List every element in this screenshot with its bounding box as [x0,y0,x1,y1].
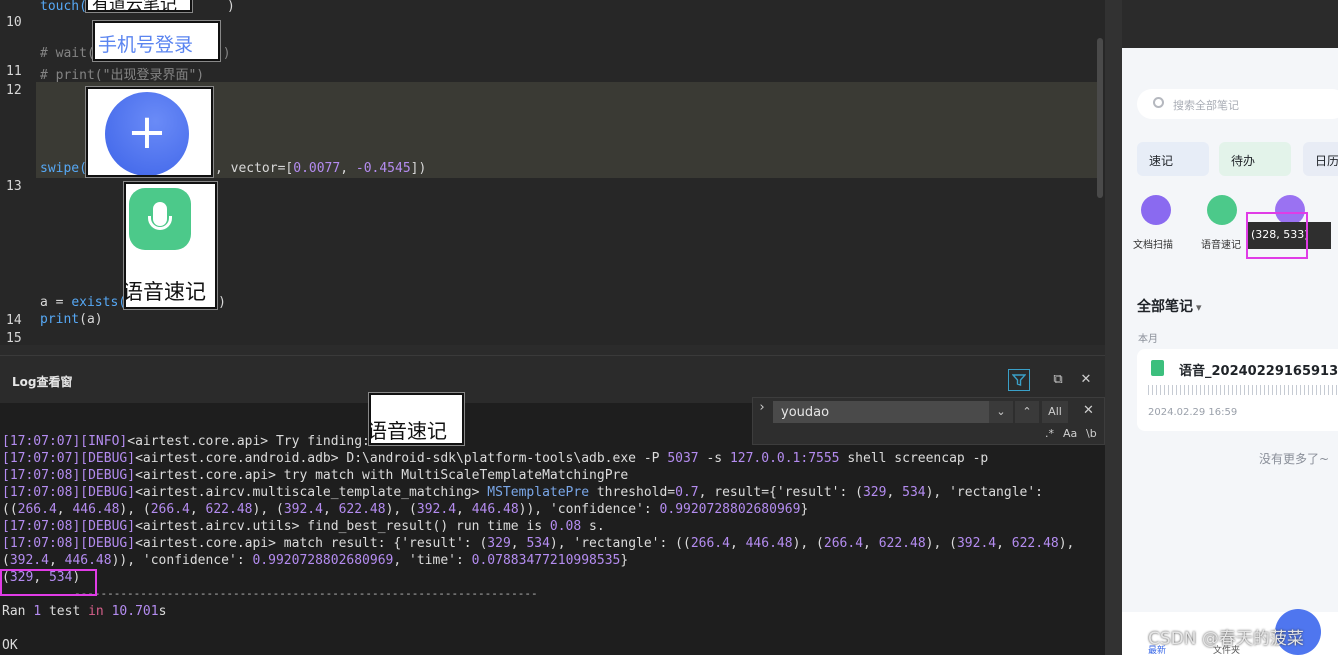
microphone-icon [129,188,191,250]
log-line: [17:07:07][DEBUG]<airtest.core.android.a… [2,451,989,466]
note-card[interactable]: 语音_20240229165913. 2024.02.29 16:59 [1137,349,1338,431]
restore-window-icon[interactable]: ⧉ [1047,369,1069,391]
find-all-button[interactable]: All [1042,401,1068,423]
log-line: [17:07:08][DEBUG]<airtest.core.api> matc… [2,536,1075,551]
editor-scrollbar[interactable] [1097,38,1103,198]
code-line-print[interactable]: print(a) [40,312,103,327]
tile-quick-note[interactable]: 速记 [1137,142,1209,176]
filter-icon[interactable] [1008,369,1030,391]
line-number: 15 [6,331,22,345]
no-more-text: 没有更多了~ [1259,452,1330,466]
note-title: 语音_20240229165913. [1179,364,1338,379]
audio-file-icon [1151,360,1164,376]
device-status-area [1122,0,1338,48]
log-line: [17:07:08][DEBUG]<airtest.aircv.utils> f… [2,519,605,534]
log-panel-header: Log查看窗 ⧉ ✕ [0,355,1105,403]
plus-circle-icon: + [105,92,189,175]
match-case-toggle[interactable]: Aa [1063,427,1077,440]
log-line: ((266.4, 446.48), (266.4, 622.48), (392.… [2,502,809,517]
close-icon[interactable]: ✕ [1075,369,1097,391]
code-line-print-comment[interactable]: # print("出现登录界面") [40,64,204,83]
log-separator: ----------------------------------------… [74,587,538,600]
voice-note-label: 语音速记 [1201,240,1241,251]
device-screen[interactable]: 搜索全部笔记 速记 待办 日历 文档扫描 语音速记 (328, 533) 全部笔… [1122,0,1338,655]
log-line: (392.4, 446.48)), 'confidence': 0.992072… [2,553,629,568]
line-number: 14 [6,313,22,328]
result-highlight-box [0,569,97,596]
line-number: 11 [6,64,22,79]
voice-note-icon[interactable] [1207,195,1237,225]
match-highlight-box [1246,212,1308,259]
document-scan-label: 文档扫描 [1133,240,1173,251]
log-line: Ran 1 test in 10.701s [2,604,167,619]
chevron-down-icon[interactable]: ⌄ [989,401,1013,423]
search-icon [1153,97,1164,108]
template-thumbnail-voice-note[interactable]: 语音速记 [123,181,218,310]
chevron-right-icon[interactable]: › [758,400,766,415]
log-line: OK [2,638,18,653]
find-input[interactable] [773,401,989,423]
touch-call: touch( [40,0,87,14]
code-editor[interactable]: 10 11 12 13 14 15 touch() 有道云笔记 # wait()… [0,0,1105,345]
find-bar: › ⌄ ⌃ All ✕ .* Aa \b [752,397,1105,445]
whole-word-toggle[interactable]: \b [1086,427,1097,440]
audio-waveform [1148,385,1338,395]
template-thumbnail-youdao[interactable]: 有道云笔记 [85,0,193,13]
log-line: [17:07:08][DEBUG]<airtest.aircv.multisca… [2,485,1044,500]
search-input[interactable]: 搜索全部笔记 [1137,89,1338,119]
log-line: [17:07:07][INFO]<airtest.core.api> Try f… [2,434,370,449]
note-date: 2024.02.29 16:59 [1148,407,1238,418]
caret-down-icon: ▾ [1196,301,1202,314]
tile-todo[interactable]: 待办 [1219,142,1291,176]
template-thumbnail-phone-login[interactable]: 手机号登录 [92,20,221,62]
log-panel-title: Log查看窗 [12,375,73,389]
document-scan-icon[interactable] [1141,195,1171,225]
paren: ) [226,0,235,14]
line-number: 13 [6,179,22,194]
log-line: [17:07:08][DEBUG]<airtest.core.api> try … [2,468,629,483]
close-find-icon[interactable]: ✕ [1083,403,1094,418]
watermark-text: CSDN @春天的菠菜 [1148,629,1304,649]
line-number: 10 [6,15,22,30]
line-number: 12 [6,83,22,98]
panel-divider[interactable] [1105,0,1122,655]
tile-calendar[interactable]: 日历 [1303,142,1338,176]
chevron-up-icon[interactable]: ⌃ [1015,401,1039,423]
month-label: 本月 [1138,334,1158,345]
regex-toggle[interactable]: .* [1045,427,1054,440]
template-thumbnail-add-button[interactable]: + [85,86,214,178]
log-thumbnail-voice-note[interactable]: 语音速记 [368,392,465,446]
section-title[interactable]: 全部笔记 ▾ [1137,296,1202,316]
